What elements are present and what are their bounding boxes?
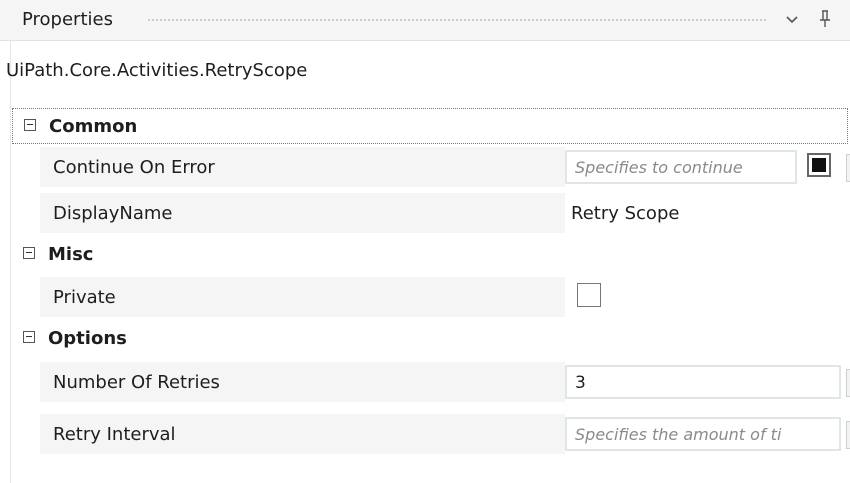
properties-panel: Properties UiPath.Core.Activities.RetryS… [0,0,850,483]
category-misc[interactable]: Misc [12,237,848,273]
title-bar-grip [147,18,767,23]
continue-on-error-ellipsis-button[interactable]: ... [846,154,850,182]
property-name: DisplayName [53,203,173,224]
property-row-retry-interval: Retry Interval Specifies the amount of t… [40,414,850,454]
property-name: Retry Interval [53,424,176,445]
property-row-private: Private [40,277,848,317]
panel-title-bar[interactable]: Properties [0,0,850,40]
property-value-cell [565,277,848,317]
property-row-displayname: DisplayName Retry Scope [40,193,848,233]
grid-left-border [10,40,11,483]
property-name: Continue On Error [53,157,215,178]
property-name: Private [53,287,116,308]
collapse-icon[interactable] [24,119,36,131]
category-label: Misc [48,244,94,265]
panel-title: Properties [22,9,113,30]
title-divider [0,40,850,41]
property-row-continue-on-error: Continue On Error Specifies to continue … [40,147,850,187]
number-of-retries-input[interactable]: 3 [565,365,841,399]
property-name: Number Of Retries [53,372,220,393]
retry-interval-ellipsis-button[interactable]: ... [846,421,850,449]
private-checkbox[interactable] [577,283,601,307]
displayname-value[interactable]: Retry Scope [571,203,679,224]
number-of-retries-ellipsis-button[interactable]: ... [846,369,850,397]
retry-interval-input[interactable]: Specifies the amount of ti [565,417,841,451]
property-value-cell: Specifies the amount of ti ... [565,414,850,454]
continue-on-error-checkbox[interactable] [807,153,831,177]
property-row-number-of-retries: Number Of Retries 3 ... [40,362,850,402]
category-label: Options [48,328,127,349]
collapse-icon[interactable] [23,331,35,343]
property-value-cell: Retry Scope [565,193,848,233]
property-value-cell: Specifies to continue ... [565,147,850,187]
chevron-down-icon[interactable] [784,12,800,28]
continue-on-error-input[interactable]: Specifies to continue [565,150,797,184]
property-value-cell: 3 ... [565,362,850,402]
activity-type-name: UiPath.Core.Activities.RetryScope [6,60,308,81]
category-common[interactable]: Common [12,108,848,144]
category-options[interactable]: Options [12,321,848,357]
collapse-icon[interactable] [23,247,35,259]
category-label: Common [49,116,138,137]
pin-icon[interactable] [817,9,833,29]
